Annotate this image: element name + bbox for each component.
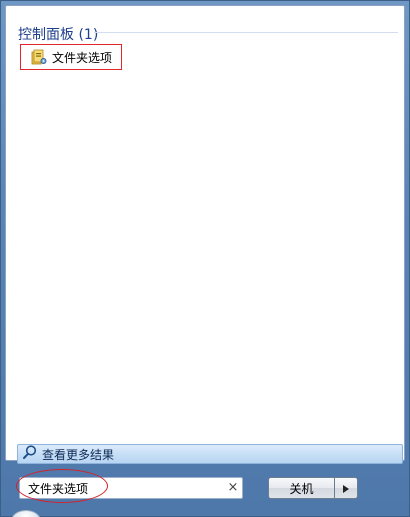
folder-options-icon xyxy=(31,49,47,65)
clear-search-icon[interactable]: × xyxy=(224,478,242,498)
shutdown-button[interactable]: 关机 xyxy=(268,477,334,499)
control-panel-group-header[interactable]: 控制面板 (1) xyxy=(18,24,98,44)
see-more-results-button[interactable]: 查看更多结果 xyxy=(17,444,403,464)
start-orb-icon[interactable] xyxy=(11,510,41,517)
search-box[interactable]: × xyxy=(19,477,243,499)
shutdown-options-button[interactable] xyxy=(334,477,358,499)
arrow-right-icon xyxy=(342,479,350,498)
result-item-folder-options[interactable]: 文件夹选项 xyxy=(20,44,122,70)
shutdown-control: 关机 xyxy=(268,477,358,499)
group-divider xyxy=(94,32,398,33)
search-results-pane: 控制面板 (1) 文件夹选项 查看更多结果 xyxy=(5,5,405,464)
search-icon xyxy=(22,444,38,464)
start-menu: 控制面板 (1) 文件夹选项 查看更多结果 文件夹选项 × 关机 xyxy=(0,0,410,517)
search-input[interactable] xyxy=(20,478,224,498)
result-item-label: 文件夹选项 xyxy=(52,50,113,65)
see-more-results-label: 查看更多结果 xyxy=(42,447,115,462)
